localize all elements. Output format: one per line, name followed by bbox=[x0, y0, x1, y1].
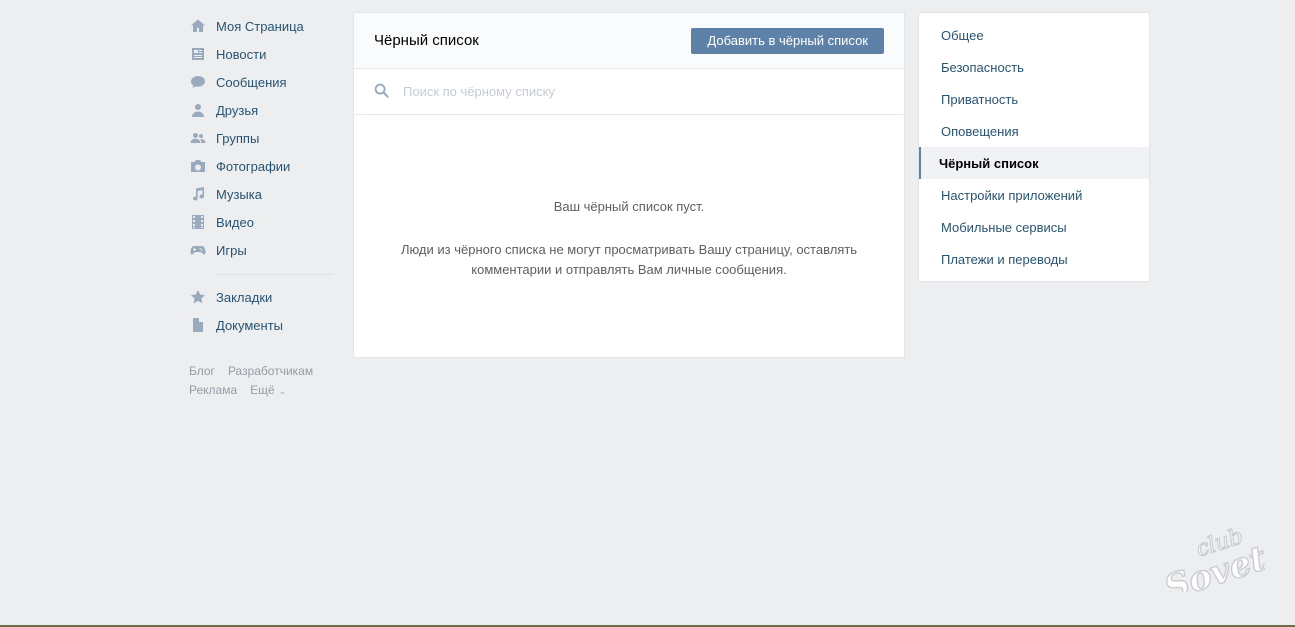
film-icon bbox=[189, 214, 206, 231]
sidebar-item-bookmarks[interactable]: Закладки bbox=[186, 283, 334, 311]
footer-link-developers[interactable]: Разработчикам bbox=[228, 364, 313, 378]
search-bar bbox=[354, 69, 904, 115]
gamepad-icon bbox=[189, 242, 206, 259]
page-title: Чёрный список bbox=[374, 32, 479, 49]
sidebar-item-label: Новости bbox=[216, 46, 267, 62]
sidebar-item-my-page[interactable]: Моя Страница bbox=[186, 12, 334, 40]
sidebar-item-groups[interactable]: Группы bbox=[186, 124, 334, 152]
chat-icon bbox=[189, 74, 206, 91]
star-icon bbox=[189, 289, 206, 306]
sidebar-item-label: Сообщения bbox=[216, 74, 287, 90]
camera-icon bbox=[189, 158, 206, 175]
sidebar-footer: Блог Разработчикам Реклама Ещё ⌄ bbox=[186, 361, 334, 399]
sidebar-item-label: Видео bbox=[216, 214, 254, 230]
settings-item-blacklist[interactable]: Чёрный список bbox=[919, 147, 1149, 179]
settings-item-mobile-services[interactable]: Мобильные сервисы bbox=[919, 211, 1149, 243]
search-input[interactable] bbox=[403, 84, 886, 99]
footer-link-more[interactable]: Ещё ⌄ bbox=[250, 383, 286, 397]
settings-item-security[interactable]: Безопасность bbox=[919, 51, 1149, 83]
sidebar-item-documents[interactable]: Документы bbox=[186, 311, 334, 339]
settings-item-general[interactable]: Общее bbox=[919, 19, 1149, 51]
watermark-logo: club Sovet bbox=[1159, 520, 1272, 609]
footer-link-blog[interactable]: Блог bbox=[189, 364, 215, 378]
settings-item-privacy[interactable]: Приватность bbox=[919, 83, 1149, 115]
home-icon bbox=[189, 18, 206, 35]
settings-item-app-settings[interactable]: Настройки приложений bbox=[919, 179, 1149, 211]
empty-state-title: Ваш чёрный список пуст. bbox=[553, 199, 705, 214]
document-icon bbox=[189, 317, 206, 334]
empty-state-description: Люди из чёрного списка не могут просматр… bbox=[400, 242, 858, 277]
sidebar-divider bbox=[216, 274, 334, 275]
left-sidebar: Моя Страница Новости Сообщения Друзья Гр… bbox=[186, 12, 334, 399]
blacklist-panel: Чёрный список Добавить в чёрный список В… bbox=[353, 12, 905, 358]
sidebar-item-label: Моя Страница bbox=[216, 18, 304, 34]
sidebar-item-label: Группы bbox=[216, 130, 260, 146]
settings-item-notifications[interactable]: Оповещения bbox=[919, 115, 1149, 147]
sidebar-item-label: Документы bbox=[216, 317, 284, 333]
sidebar-item-games[interactable]: Игры bbox=[186, 236, 334, 264]
sidebar-item-music[interactable]: Музыка bbox=[186, 180, 334, 208]
panel-header: Чёрный список Добавить в чёрный список bbox=[354, 13, 904, 69]
footer-link-ads[interactable]: Реклама bbox=[189, 383, 237, 397]
empty-state: Ваш чёрный список пуст. Люди из чёрного … bbox=[354, 115, 904, 280]
footer-more-label: Ещё bbox=[250, 382, 275, 397]
sidebar-item-video[interactable]: Видео bbox=[186, 208, 334, 236]
add-to-blacklist-button[interactable]: Добавить в чёрный список bbox=[691, 27, 884, 54]
sidebar-item-label: Музыка bbox=[216, 186, 262, 202]
sidebar-item-label: Друзья bbox=[216, 102, 259, 118]
settings-item-payments[interactable]: Платежи и переводы bbox=[919, 243, 1149, 275]
sidebar-item-label: Фотографии bbox=[216, 158, 291, 174]
sidebar-item-messages[interactable]: Сообщения bbox=[186, 68, 334, 96]
sidebar-item-label: Игры bbox=[216, 242, 247, 258]
sidebar-item-photos[interactable]: Фотографии bbox=[186, 152, 334, 180]
chevron-down-icon: ⌄ bbox=[278, 385, 287, 396]
sidebar-item-label: Закладки bbox=[216, 289, 273, 305]
group-icon bbox=[189, 130, 206, 147]
person-icon bbox=[189, 102, 206, 119]
sidebar-item-news[interactable]: Новости bbox=[186, 40, 334, 68]
music-note-icon bbox=[189, 186, 206, 203]
search-icon bbox=[374, 83, 389, 101]
settings-menu: Общее Безопасность Приватность Оповещени… bbox=[918, 12, 1150, 282]
news-icon bbox=[189, 46, 206, 63]
sidebar-item-friends[interactable]: Друзья bbox=[186, 96, 334, 124]
